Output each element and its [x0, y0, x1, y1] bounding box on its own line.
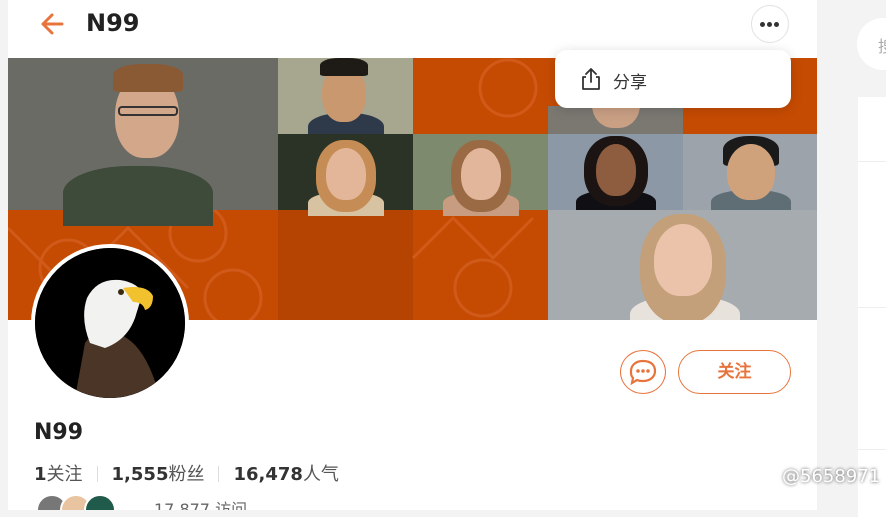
- weibo-icon: [762, 470, 780, 484]
- stat-popularity-label: 人气: [302, 464, 339, 485]
- photo-man: [8, 58, 278, 226]
- stat-popularity-count: 16,478: [233, 464, 303, 485]
- stat-fans[interactable]: 1,555粉丝: [112, 464, 205, 485]
- watermark-text: @5658971: [782, 466, 881, 487]
- stat-fans-count: 1,555: [111, 464, 169, 485]
- share-icon: [582, 68, 600, 90]
- photo-body: [63, 166, 213, 226]
- more-options-button[interactable]: [751, 5, 789, 43]
- stat-following[interactable]: 1关注: [34, 464, 83, 485]
- photo-face: [654, 224, 712, 296]
- dot-icon: [774, 22, 779, 27]
- visits-label: 访问: [215, 500, 248, 510]
- divider: [858, 449, 886, 450]
- back-button[interactable]: [38, 10, 68, 38]
- visitor-avatar: [84, 494, 116, 510]
- visits-number: 17,877: [154, 500, 210, 510]
- stat-popularity: 16,478人气: [233, 464, 338, 485]
- photo-face: [596, 144, 636, 196]
- message-button[interactable]: [620, 350, 666, 394]
- photo-woman-1: [278, 134, 413, 216]
- avatar[interactable]: [31, 244, 189, 402]
- watermark: @5658971: [762, 466, 880, 487]
- visits-count: 17,877 访问: [154, 496, 247, 510]
- profile-name: N99: [34, 420, 84, 445]
- photo-hair: [320, 58, 368, 76]
- glasses-icon: [118, 106, 178, 116]
- photo-partial: [548, 76, 683, 134]
- dot-icon: [767, 22, 772, 27]
- more-options-menu: 分享: [555, 50, 791, 108]
- search-input[interactable]: 搜: [857, 18, 886, 70]
- photo-face: [461, 148, 501, 200]
- photo-face: [326, 148, 366, 200]
- divider: [858, 161, 886, 162]
- follow-button[interactable]: 关注: [678, 350, 791, 394]
- photo-hair: [113, 64, 183, 92]
- photo-woman-3: [548, 134, 683, 216]
- stat-following-label: 关注: [46, 464, 83, 485]
- chat-bubble-icon: [629, 359, 657, 386]
- menu-item-share-label: 分享: [613, 73, 647, 93]
- divider: [858, 307, 886, 308]
- divider: [96, 466, 98, 482]
- photo-woman-4: [548, 210, 817, 320]
- photo-man-2: [278, 58, 413, 143]
- photo-woman-2: [413, 134, 548, 216]
- photo-man-3: [683, 134, 817, 216]
- arrow-left-icon: [41, 13, 64, 35]
- page-title: N99: [86, 9, 140, 37]
- search-placeholder: 搜: [878, 33, 886, 57]
- divider: [218, 466, 220, 482]
- stat-fans-label: 粉丝: [168, 464, 205, 485]
- eagle-icon: [35, 248, 185, 398]
- dot-icon: [760, 22, 765, 27]
- photo-face: [727, 144, 775, 200]
- menu-item-share[interactable]: 分享: [555, 50, 791, 108]
- profile-stats: 1关注 1,555粉丝 16,478人气: [34, 460, 339, 486]
- right-sidebar-card: [858, 97, 886, 517]
- stat-following-count: 1: [34, 464, 47, 485]
